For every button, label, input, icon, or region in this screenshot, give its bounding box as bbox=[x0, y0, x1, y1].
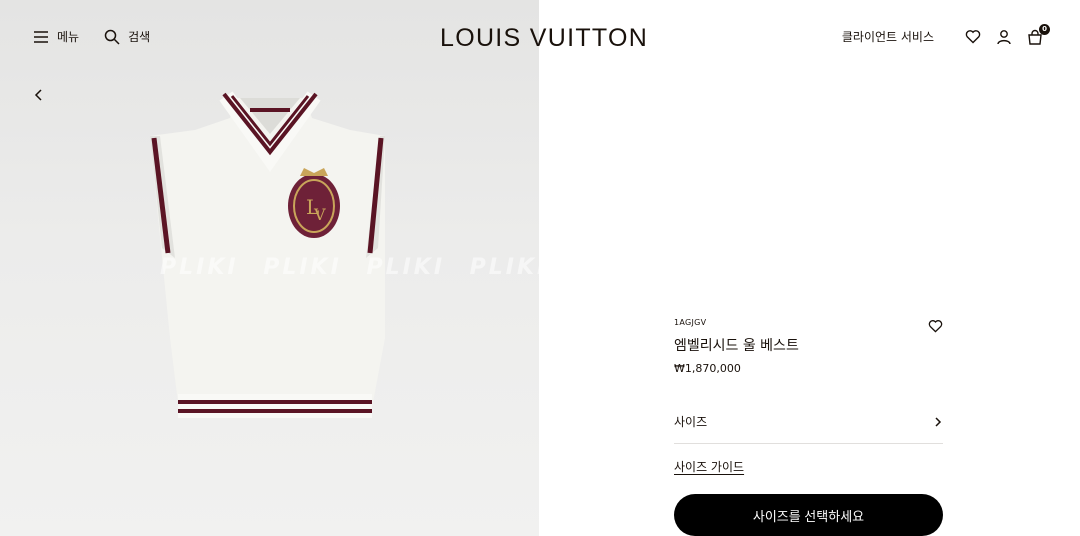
product-price: ₩1,870,000 bbox=[674, 362, 741, 375]
search-button[interactable]: 검색 bbox=[104, 28, 150, 45]
heart-icon bbox=[928, 320, 943, 333]
brand-logo[interactable]: LOUIS VUITTON bbox=[440, 22, 647, 54]
wishlist-button[interactable] bbox=[965, 29, 981, 44]
select-size-button[interactable]: 사이즈를 선택하세요 bbox=[674, 494, 943, 536]
product-title: 엠벨리시드 울 베스트 bbox=[674, 338, 799, 354]
header-right: 클라이언트 서비스 0 bbox=[842, 23, 1050, 45]
cart-button[interactable]: 0 bbox=[1027, 23, 1050, 45]
product-sku: 1AGJGV bbox=[674, 318, 707, 327]
search-label: 검색 bbox=[128, 30, 151, 44]
header-left: 메뉴 검색 bbox=[33, 28, 175, 45]
size-label: 사이즈 bbox=[674, 415, 708, 429]
chevron-right-icon bbox=[935, 416, 942, 427]
size-selector[interactable]: 사이즈 bbox=[674, 400, 943, 444]
product-info-panel: 1AGJGV 엠벨리시드 울 베스트 ₩1,870,000 사이즈 사이즈 가이… bbox=[674, 318, 943, 536]
client-service-link[interactable]: 클라이언트 서비스 bbox=[842, 28, 934, 45]
menu-label: 메뉴 bbox=[57, 30, 80, 44]
product-image-gallery[interactable]: L V PLIKI PLIKI PLIKI PLIKI PLIKI bbox=[0, 0, 539, 536]
cart-count-badge: 0 bbox=[1039, 23, 1050, 35]
size-guide-link[interactable]: 사이즈 가이드 bbox=[674, 458, 744, 475]
add-to-wishlist-button[interactable] bbox=[928, 318, 943, 337]
menu-button[interactable]: 메뉴 bbox=[33, 28, 79, 45]
chevron-left-icon bbox=[34, 89, 42, 101]
user-icon bbox=[997, 29, 1011, 44]
watermark-text: PLIKI PLIKI PLIKI PLIKI PLIKI bbox=[160, 255, 539, 280]
search-icon bbox=[104, 29, 120, 45]
account-button[interactable] bbox=[996, 29, 1012, 45]
heart-icon bbox=[965, 30, 981, 44]
svg-text:V: V bbox=[313, 205, 326, 224]
hamburger-icon bbox=[34, 30, 48, 43]
previous-image-button[interactable] bbox=[32, 87, 48, 103]
